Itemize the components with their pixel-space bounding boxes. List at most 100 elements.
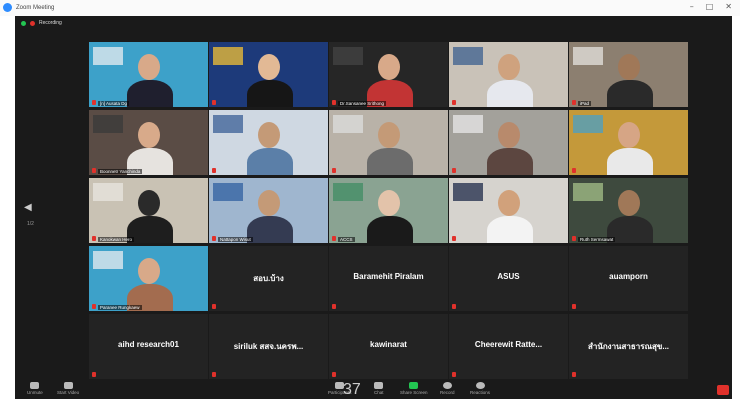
participant-label: [n] Ausata Dg xyxy=(98,101,130,106)
recording-label: Recording xyxy=(39,20,62,26)
muted-mic-icon xyxy=(332,168,336,173)
participant-count: 37 xyxy=(343,381,361,398)
previous-page-icon[interactable]: ◀ xyxy=(24,202,32,213)
muted-mic-icon xyxy=(92,168,96,173)
maximize-icon[interactable]: □ xyxy=(706,2,714,11)
video-tile[interactable]: Nattapon Wisut xyxy=(209,178,328,243)
video-tile[interactable]: aihd research01 xyxy=(89,314,208,379)
video-tile[interactable] xyxy=(449,178,568,243)
zoom-logo-icon xyxy=(3,3,12,12)
participant-video xyxy=(569,42,688,107)
video-tile[interactable]: [n] Ausata Dg xyxy=(89,42,208,107)
participant-video xyxy=(449,42,568,107)
reactions-button[interactable]: Reactions xyxy=(470,382,490,395)
video-tile[interactable]: Baramehit Piralam xyxy=(329,246,448,311)
participant-video xyxy=(89,246,208,311)
security-shield-icon[interactable] xyxy=(21,20,26,26)
muted-mic-icon xyxy=(212,372,216,377)
reactions-icon xyxy=(475,382,485,389)
video-tile[interactable]: siriluk สสจ.นครพ... xyxy=(209,314,328,379)
page-indicator: 1/2 xyxy=(27,221,34,227)
muted-mic-icon xyxy=(212,100,216,105)
video-tile[interactable]: kawinarat xyxy=(329,314,448,379)
participant-video xyxy=(329,178,448,243)
video-tile[interactable] xyxy=(329,110,448,175)
muted-mic-icon xyxy=(92,100,96,105)
participant-name: สอบ.บ้าง xyxy=(253,274,284,283)
participant-name: siriluk สสจ.นครพ... xyxy=(233,342,304,351)
video-tile[interactable]: Cheerewit Ratte... xyxy=(449,314,568,379)
video-tile[interactable]: iPad xyxy=(569,42,688,107)
record-button[interactable]: Record xyxy=(440,382,455,395)
video-tile[interactable]: Kanokwan Hero xyxy=(89,178,208,243)
participant-video xyxy=(449,178,568,243)
video-tile[interactable]: auamporn xyxy=(569,246,688,311)
muted-mic-icon xyxy=(212,236,216,241)
meeting-toolbar: Unmute Start Video Participants 37 Chat … xyxy=(15,381,732,399)
muted-mic-icon xyxy=(452,304,456,309)
video-tile[interactable]: สำนักงานสาธารณสุข... xyxy=(569,314,688,379)
muted-mic-icon xyxy=(452,168,456,173)
participant-label: Ruth Sermsawat xyxy=(578,237,616,242)
participant-label: Paranee Rungkaew xyxy=(98,305,142,310)
participant-name: สำนักงานสาธารณสุข... xyxy=(587,342,670,351)
muted-mic-icon xyxy=(572,372,576,377)
end-meeting-button[interactable] xyxy=(717,385,729,395)
start-video-button[interactable]: Start Video xyxy=(57,382,79,395)
participant-name: Cheerewit Ratte... xyxy=(474,340,543,349)
video-tile[interactable] xyxy=(209,42,328,107)
video-tile[interactable]: ASUS xyxy=(449,246,568,311)
participant-label: iPad xyxy=(578,101,592,106)
muted-mic-icon xyxy=(332,304,336,309)
video-tile[interactable]: Ruth Sermsawat xyxy=(569,178,688,243)
participant-video xyxy=(329,42,448,107)
muted-mic-icon xyxy=(572,100,576,105)
video-tile[interactable]: ACCS xyxy=(329,178,448,243)
participant-video xyxy=(449,110,568,175)
meeting-topbar: Recording xyxy=(15,16,732,30)
participant-label: Boonnetr Yanchinda xyxy=(98,169,143,174)
window-titlebar: Zoom Meeting – □ ✕ xyxy=(0,0,740,16)
video-tile[interactable] xyxy=(449,110,568,175)
video-tile[interactable] xyxy=(209,110,328,175)
participant-video xyxy=(569,178,688,243)
chat-button[interactable]: Chat xyxy=(374,382,384,395)
share-screen-icon xyxy=(409,382,419,389)
muted-mic-icon xyxy=(452,372,456,377)
muted-mic-icon xyxy=(92,372,96,377)
video-tile[interactable]: Paranee Rungkaew xyxy=(89,246,208,311)
participant-video xyxy=(209,178,328,243)
muted-mic-icon xyxy=(212,304,216,309)
participant-video xyxy=(89,178,208,243)
meeting-view: Recording ◀ 1/2 [n] Ausata Dg Dr.Sansanee… xyxy=(15,16,732,399)
microphone-muted-icon xyxy=(30,382,40,389)
recording-dot-icon xyxy=(30,20,35,26)
muted-mic-icon xyxy=(332,372,336,377)
window-controls: – □ ✕ xyxy=(690,2,732,11)
muted-mic-icon xyxy=(332,236,336,241)
participant-name: kawinarat xyxy=(370,340,407,349)
participant-label: ACCS xyxy=(338,237,355,242)
close-icon[interactable]: ✕ xyxy=(725,2,732,11)
participant-video xyxy=(89,110,208,175)
video-tile[interactable]: Dr.Sansanee Srithong xyxy=(329,42,448,107)
unmute-button[interactable]: Unmute xyxy=(27,382,43,395)
video-tile[interactable] xyxy=(569,110,688,175)
participant-video xyxy=(209,42,328,107)
participant-name: aihd research01 xyxy=(118,340,179,349)
share-screen-button[interactable]: Share Screen xyxy=(400,382,428,395)
participant-video xyxy=(569,110,688,175)
video-tile[interactable] xyxy=(449,42,568,107)
window-title: Zoom Meeting xyxy=(16,5,55,11)
video-tile[interactable]: สอบ.บ้าง xyxy=(209,246,328,311)
muted-mic-icon xyxy=(452,100,456,105)
participant-video xyxy=(329,110,448,175)
minimize-icon[interactable]: – xyxy=(690,2,694,11)
video-tile[interactable]: Boonnetr Yanchinda xyxy=(89,110,208,175)
participant-name: auamporn xyxy=(609,272,648,281)
participant-name: Baramehit Piralam xyxy=(353,272,424,281)
record-icon xyxy=(442,382,452,389)
participant-video xyxy=(209,110,328,175)
muted-mic-icon xyxy=(572,304,576,309)
muted-mic-icon xyxy=(92,304,96,309)
